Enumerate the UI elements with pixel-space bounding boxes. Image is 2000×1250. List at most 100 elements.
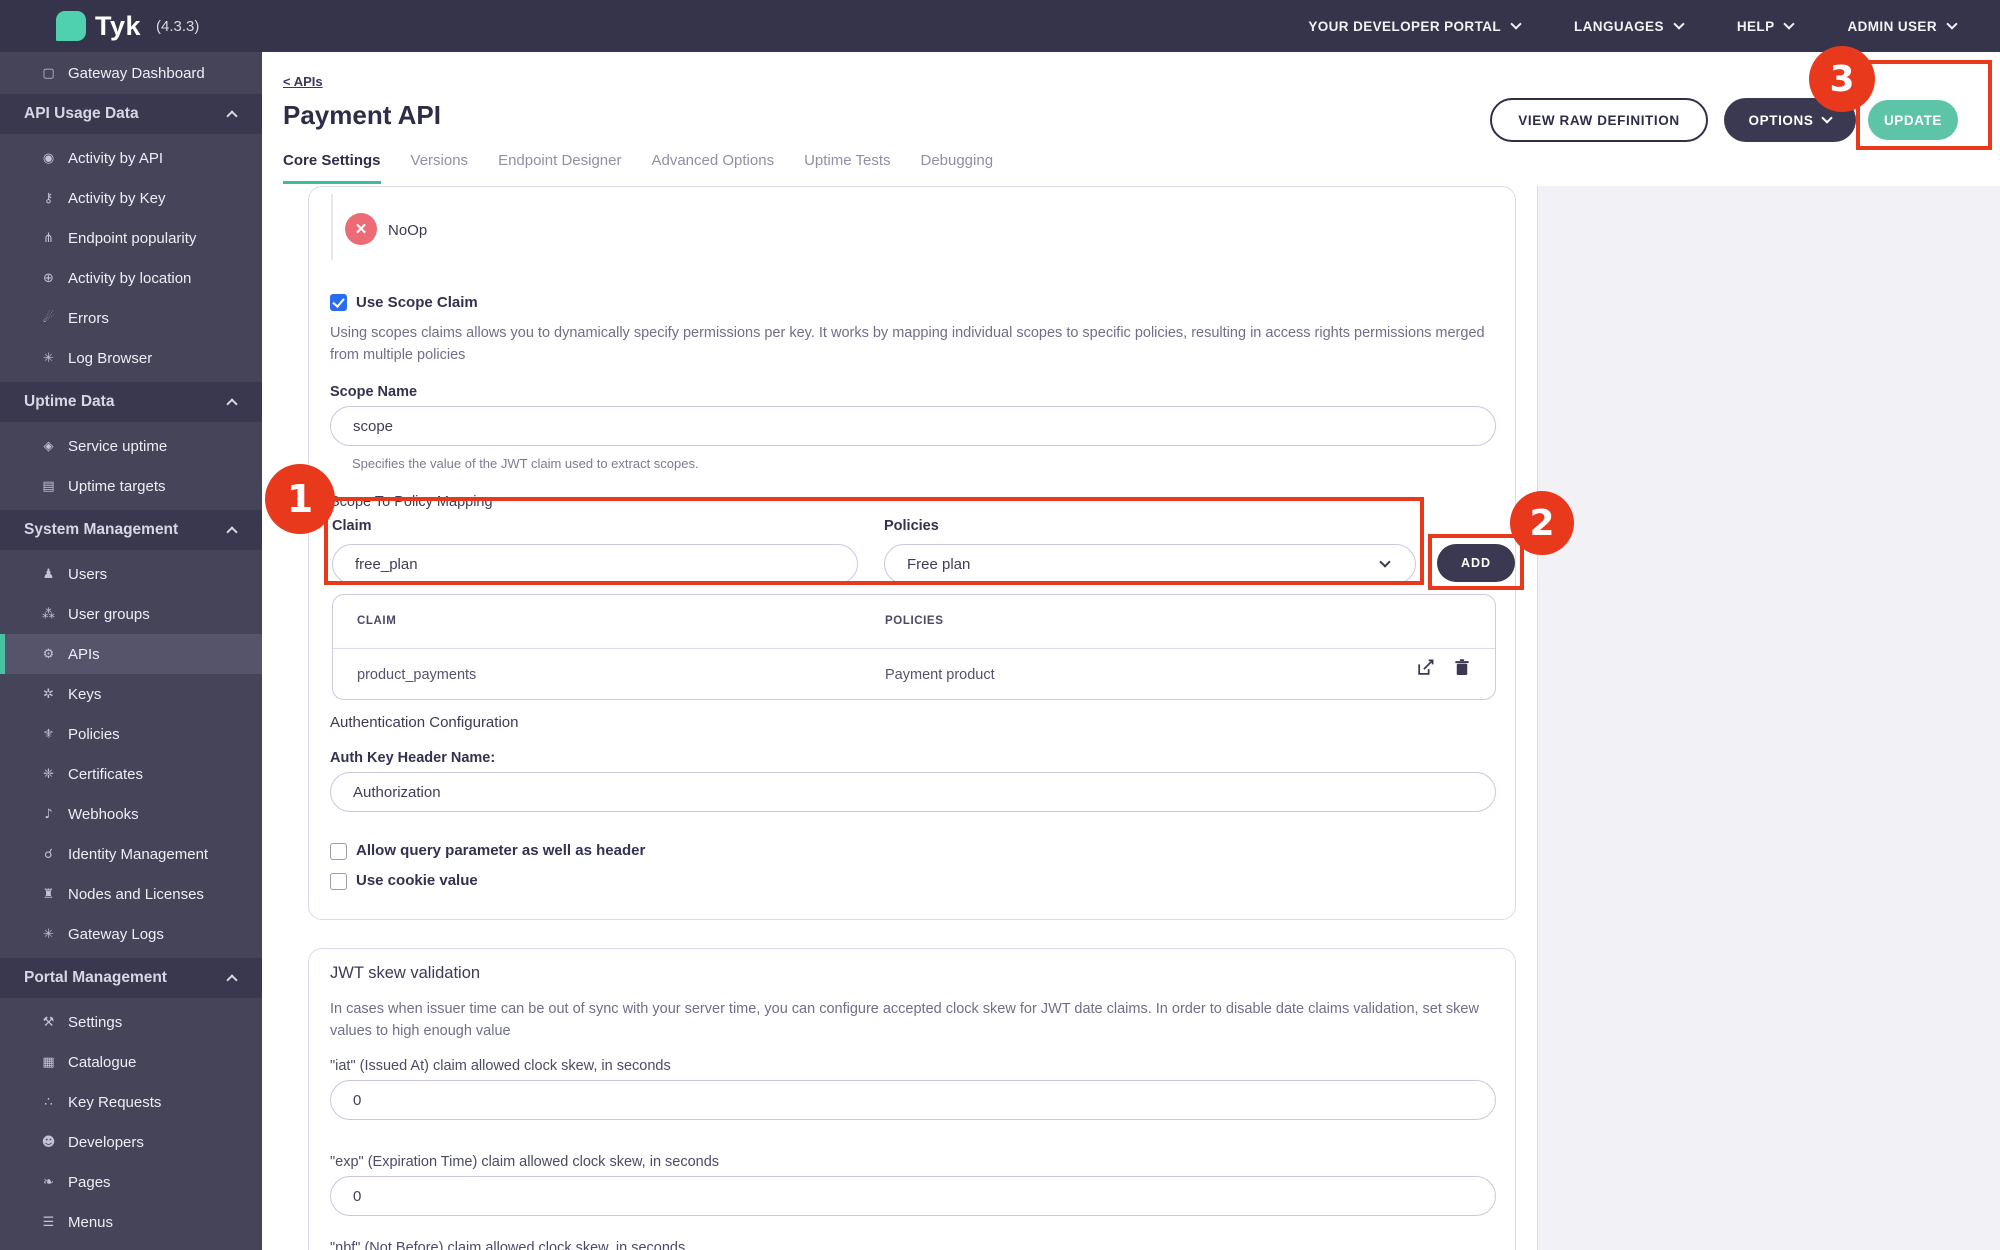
sidebar-item-endpoint-popularity[interactable]: ⋔ Endpoint popularity [0, 218, 262, 258]
sidebar-section-system-management[interactable]: System Management [0, 510, 262, 550]
breadcrumb[interactable]: < APIs [283, 74, 323, 89]
sidebar-item-nodes-and-licenses[interactable]: ♜ Nodes and Licenses [0, 874, 262, 914]
sidebar-group: ⚒ Settings ▦ Catalogue ∴ Key Requests ☻ … [0, 998, 262, 1246]
sidebar-section-portal-management[interactable]: Portal Management [0, 958, 262, 998]
sidebar-item-activity-by-key[interactable]: ⚷ Activity by Key [0, 178, 262, 218]
sidebar-item-label: Errors [68, 310, 109, 327]
tab-endpoint-designer[interactable]: Endpoint Designer [498, 152, 621, 184]
people-icon: ☻ [40, 1135, 57, 1150]
tab-uptime-tests[interactable]: Uptime Tests [804, 152, 890, 184]
tab-debugging[interactable]: Debugging [920, 152, 993, 184]
sidebar-item-users[interactable]: ♟ Users [0, 554, 262, 594]
sidebar-item-label: Certificates [68, 766, 143, 783]
delete-icon[interactable] [1453, 658, 1471, 677]
sidebar-item-label: Service uptime [68, 438, 167, 455]
sidebar-item-label: User groups [68, 606, 150, 623]
tab-advanced-options[interactable]: Advanced Options [651, 152, 774, 184]
sidebar-item-label: Developers [68, 1134, 144, 1151]
sidebar-item-key-requests[interactable]: ∴ Key Requests [0, 1082, 262, 1122]
sidebar-item-menus[interactable]: ☰ Menus [0, 1202, 262, 1242]
key-icon: ⚷ [40, 191, 57, 206]
sidebar-group: ♟ Users ⁂ User groups ⚙ APIs ✲ Keys ⚜ Po… [0, 550, 262, 958]
sidebar-item-label: Users [68, 566, 107, 583]
sidebar-item-label: Uptime targets [68, 478, 166, 495]
menu-help[interactable]: HELP [1737, 19, 1794, 34]
sidebar-item-label: Pages [68, 1174, 111, 1191]
sidebar-item-certificates[interactable]: ❈ Certificates [0, 754, 262, 794]
certificate-icon: ❈ [40, 767, 57, 782]
menu-icon: ☰ [40, 1215, 57, 1230]
use-cookie-value-checkbox[interactable] [330, 873, 347, 890]
sidebar-item-pages[interactable]: ❧ Pages [0, 1162, 262, 1202]
tyk-logo[interactable]: Tyk (4.3.3) [56, 11, 199, 42]
menu-admin-user[interactable]: ADMIN USER [1847, 19, 1956, 34]
table-header-row: CLAIM POLICIES [333, 595, 1495, 649]
scope-policy-table: CLAIM POLICIES product_payments Payment … [332, 594, 1496, 700]
cell-policies: Payment product [885, 667, 995, 683]
section-label: Uptime Data [24, 393, 114, 411]
sidebar-item-label: Nodes and Licenses [68, 886, 204, 903]
exp-skew-input[interactable] [330, 1176, 1496, 1216]
leaf-icon: ❧ [40, 1175, 57, 1190]
sidebar: ▢ Gateway Dashboard API Usage Data ◉ Act… [0, 52, 262, 1250]
sidebar-item-gateway-dashboard[interactable]: ▢ Gateway Dashboard [0, 52, 262, 94]
sidebar-item-uptime-targets[interactable]: ▤ Uptime targets [0, 466, 262, 506]
sidebar-section-uptime-data[interactable]: Uptime Data [0, 382, 262, 422]
annotation-step-3: 3 [1809, 46, 1875, 112]
chevron-down-icon [1784, 18, 1795, 29]
sidebar-item-webhooks[interactable]: ♪ Webhooks [0, 794, 262, 834]
sidebar-item-apis[interactable]: ⚙ APIs [0, 634, 262, 674]
menu-developer-portal[interactable]: YOUR DEVELOPER PORTAL [1308, 19, 1520, 34]
gears-icon: ⚙ [40, 647, 57, 662]
content-right-gutter [1537, 186, 2000, 1250]
annotation-step-2: 2 [1510, 491, 1574, 555]
paw-icon: ∴ [40, 1095, 57, 1110]
allow-query-param-checkbox[interactable] [330, 843, 347, 860]
sidebar-group: ◉ Activity by API ⚷ Activity by Key ⋔ En… [0, 134, 262, 382]
sidebar-item-user-groups[interactable]: ⁂ User groups [0, 594, 262, 634]
sidebar-item-activity-by-api[interactable]: ◉ Activity by API [0, 138, 262, 178]
bug-icon: ✳ [40, 351, 57, 366]
scope-name-input[interactable] [330, 406, 1496, 446]
tab-core-settings[interactable]: Core Settings [283, 152, 381, 184]
sidebar-item-activity-by-location[interactable]: ⊕ Activity by location [0, 258, 262, 298]
sidebar-item-gateway-logs[interactable]: ✳ Gateway Logs [0, 914, 262, 954]
sidebar-section-api-usage-data[interactable]: API Usage Data [0, 94, 262, 134]
topbar-menus: YOUR DEVELOPER PORTAL LANGUAGES HELP ADM… [1308, 0, 1956, 52]
sidebar-item-catalogue[interactable]: ▦ Catalogue [0, 1042, 262, 1082]
tyk-dashboard-page: Tyk (4.3.3) YOUR DEVELOPER PORTAL LANGUA… [0, 0, 2000, 1250]
iat-skew-label: "iat" (Issued At) claim allowed clock sk… [330, 1058, 671, 1074]
menu-languages[interactable]: LANGUAGES [1574, 19, 1683, 34]
annotation-box-1 [324, 497, 1424, 585]
sidebar-item-policies[interactable]: ⚜ Policies [0, 714, 262, 754]
users-icon: ⁂ [40, 607, 57, 622]
iat-skew-input[interactable] [330, 1080, 1496, 1120]
sidebar-item-settings[interactable]: ⚒ Settings [0, 1002, 262, 1042]
table-header-claim: CLAIM [357, 615, 396, 627]
annotation-box-3 [1856, 60, 1992, 150]
bomb-icon: ☄ [40, 311, 57, 326]
auth-key-header-input[interactable] [330, 772, 1496, 812]
sidebar-item-errors[interactable]: ☄ Errors [0, 298, 262, 338]
sidebar-item-service-uptime[interactable]: ◈ Service uptime [0, 426, 262, 466]
sidebar-item-keys[interactable]: ✲ Keys [0, 674, 262, 714]
sidebar-item-label: Activity by API [68, 150, 163, 167]
remove-noop-icon[interactable]: ✕ [345, 213, 377, 245]
annotation-box-2 [1428, 534, 1524, 590]
sidebar-item-log-browser[interactable]: ✳ Log Browser [0, 338, 262, 378]
sidebar-item-developers[interactable]: ☻ Developers [0, 1122, 262, 1162]
sidebar-item-label: Gateway Logs [68, 926, 164, 943]
tab-versions[interactable]: Versions [411, 152, 469, 184]
identity-icon: ☌ [40, 847, 57, 862]
chevron-down-icon [1673, 18, 1684, 29]
view-raw-definition-button[interactable]: VIEW RAW DEFINITION [1490, 98, 1708, 142]
use-scope-claim-checkbox[interactable] [330, 294, 347, 311]
bank-icon: ♜ [40, 887, 57, 902]
edit-icon[interactable] [1416, 658, 1435, 677]
sidebar-item-identity-management[interactable]: ☌ Identity Management [0, 834, 262, 874]
sidebar-item-label: Settings [68, 1014, 122, 1031]
menu-label: LANGUAGES [1574, 19, 1664, 34]
sidebar-item-label: Keys [68, 686, 101, 703]
policy-icon: ⚜ [40, 727, 57, 742]
sidebar-item-label: Identity Management [68, 846, 208, 863]
